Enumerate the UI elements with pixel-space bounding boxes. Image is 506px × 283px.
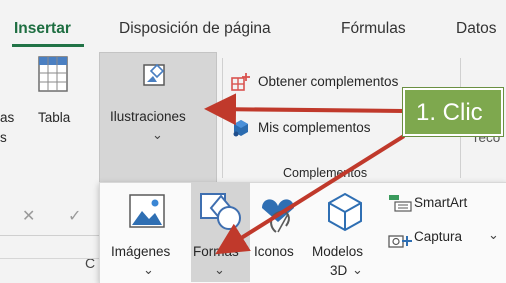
mis-complementos-button[interactable]: Mis complementos ⌄: [231, 116, 412, 140]
formas-label: Formas: [193, 244, 239, 259]
screenshot-icon: [388, 230, 412, 250]
mis-complementos-label: Mis complementos: [258, 120, 371, 135]
icons-icon: [258, 192, 298, 234]
formas-button[interactable]: Formas ⌄: [191, 186, 250, 280]
callout-step-1: 1. Clic: [403, 88, 503, 136]
table-icon: [38, 56, 68, 92]
imagenes-button[interactable]: Imágenes ⌄: [108, 186, 188, 280]
partial-ribbon-label-2: s: [0, 130, 7, 145]
formula-bar: [0, 196, 99, 234]
store-plus-icon: [231, 72, 251, 92]
modelos-label: Modelos: [312, 244, 364, 259]
tabla-label: Tabla: [38, 110, 71, 125]
obtener-complementos-label: Obtener complementos: [258, 74, 399, 89]
ilustraciones-button[interactable]: Ilustraciones ⌄: [99, 52, 217, 184]
formula-bar-divider: [0, 235, 99, 236]
arrow-to-ilustraciones: [204, 93, 405, 126]
grid-line: [0, 258, 99, 259]
modelos-3d-label: 3D: [330, 263, 348, 278]
chevron-down-icon: ⌄: [152, 127, 163, 142]
chevron-down-icon: ⌄: [352, 262, 363, 277]
chevron-down-icon: ⌄: [214, 262, 225, 277]
image-icon: [129, 194, 165, 228]
captura-button[interactable]: Captura ⌄: [388, 226, 499, 250]
tabla-button[interactable]: Tabla: [30, 56, 86, 136]
tab-disposicion[interactable]: Disposición de página: [119, 20, 271, 38]
tab-insertar[interactable]: Insertar: [14, 20, 71, 38]
imagenes-label: Imágenes: [111, 244, 171, 259]
chevron-down-icon: ⌄: [488, 227, 499, 242]
cancel-icon[interactable]: ✕: [22, 206, 35, 226]
shapes-icon: [199, 190, 243, 232]
smartart-button[interactable]: SmartArt: [388, 192, 498, 214]
iconos-label: Iconos: [254, 244, 294, 259]
partial-ribbon-label: as: [0, 110, 15, 125]
tab-datos[interactable]: Datos: [456, 20, 497, 38]
iconos-button[interactable]: Iconos: [252, 186, 308, 280]
complementos-group-label: Complementos: [283, 166, 368, 180]
smartart-label: SmartArt: [414, 195, 468, 210]
shapes-illustration-icon: [142, 62, 172, 92]
addin-cube-icon: [231, 118, 251, 138]
chevron-down-icon: ⌄: [143, 262, 154, 277]
captura-label: Captura: [414, 229, 463, 244]
modelos-3d-button[interactable]: Modelos 3D ⌄: [310, 186, 382, 280]
tab-formulas[interactable]: Fórmulas: [341, 20, 406, 38]
active-tab-indicator: [12, 44, 84, 47]
cube-3d-icon: [326, 192, 364, 232]
enter-icon[interactable]: ✓: [68, 206, 81, 226]
smartart-icon: [388, 194, 412, 212]
ilustraciones-label: Ilustraciones: [110, 109, 186, 124]
group-separator: [222, 58, 223, 178]
